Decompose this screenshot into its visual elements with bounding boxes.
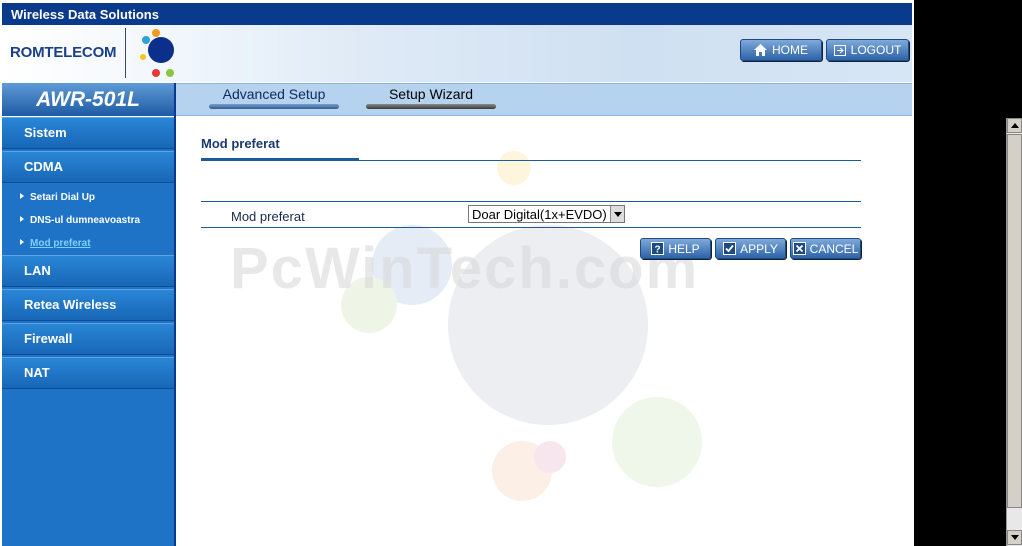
sidebar-item-label: LAN [24, 263, 51, 278]
decorative-circle [612, 397, 702, 487]
mod-preferat-label: Mod preferat [231, 209, 305, 224]
subitem-setari-dial-up[interactable]: Setari Dial Up [20, 192, 95, 203]
cdma-submenu: Setari Dial Up DNS-ul dumneavoastra Mod … [2, 183, 174, 255]
arrow-right-icon [20, 216, 24, 222]
tab-setup-wizard[interactable]: Setup Wizard [366, 85, 496, 109]
section-title: Mod preferat [201, 136, 280, 151]
router-admin-page: Wireless Data Solutions ROMTELECOM HOME … [0, 0, 914, 546]
check-icon [723, 242, 737, 255]
scroll-thumb[interactable] [1007, 134, 1022, 508]
select-value: Doar Digital(1x+EVDO) [472, 207, 607, 222]
vertical-scrollbar[interactable] [1006, 118, 1022, 546]
tab-underline [209, 104, 339, 109]
watermark: PcWinTech.com [230, 236, 700, 301]
sidebar-item-label: CDMA [24, 159, 63, 174]
svg-text:?: ? [655, 245, 661, 256]
title-bar: Wireless Data Solutions [2, 3, 912, 26]
divider [201, 201, 861, 202]
tab-advanced-setup[interactable]: Advanced Setup [209, 85, 339, 109]
home-label: HOME [772, 43, 808, 57]
arrow-right-icon [20, 239, 24, 245]
subitem-label: Mod preferat [30, 238, 91, 249]
help-icon: ? [651, 242, 665, 256]
subitem-label: Setari Dial Up [30, 192, 96, 203]
help-button[interactable]: ? HELP [640, 238, 711, 259]
divider [201, 227, 861, 228]
tab-underline [366, 104, 496, 109]
arrow-right-icon [20, 193, 24, 199]
close-icon [792, 242, 806, 255]
home-button[interactable]: HOME [740, 39, 822, 61]
logout-button[interactable]: LOGOUT [826, 39, 909, 61]
scroll-down-icon[interactable] [1007, 530, 1022, 545]
sidebar-item-retea-wireless[interactable]: Retea Wireless [2, 289, 174, 321]
brand-divider [125, 28, 126, 78]
sidebar-item-cdma[interactable]: CDMA [2, 151, 174, 183]
main-content: PcWinTech.com Mod preferat Mod preferat … [176, 117, 912, 546]
apply-button[interactable]: APPLY [715, 238, 786, 259]
window-title: Wireless Data Solutions [11, 7, 159, 22]
sidebar-item-label: NAT [24, 365, 50, 380]
title-underline [201, 158, 359, 161]
decorative-circle [497, 151, 531, 185]
sidebar-item-label: Firewall [24, 331, 73, 346]
tab-label: Setup Wizard [388, 86, 474, 102]
scroll-up-icon[interactable] [1007, 118, 1022, 133]
subitem-label: DNS-ul dumneavoastra [30, 215, 141, 226]
sidebar: Sistem CDMA Setari Dial Up DNS-ul dumnea… [2, 117, 174, 546]
help-label: HELP [668, 241, 700, 256]
romtelecom-logo-icon [140, 29, 174, 77]
tab-label: Advanced Setup [222, 86, 326, 102]
sidebar-item-lan[interactable]: LAN [2, 255, 174, 287]
sidebar-item-firewall[interactable]: Firewall [2, 323, 174, 355]
mod-preferat-select[interactable]: Doar Digital(1x+EVDO) [468, 205, 625, 223]
cancel-button[interactable]: CANCEL [790, 238, 861, 259]
brand-name: ROMTELECOM [10, 44, 117, 61]
decorative-circle [534, 441, 566, 473]
sidebar-item-sistem[interactable]: Sistem [2, 117, 174, 149]
logout-label: LOGOUT [850, 43, 902, 57]
cancel-label: CANCEL [809, 241, 859, 256]
subitem-dns[interactable]: DNS-ul dumneavoastra [20, 215, 140, 226]
chevron-down-icon[interactable] [610, 206, 624, 222]
sidebar-item-nat[interactable]: NAT [2, 357, 174, 389]
apply-label: APPLY [740, 241, 778, 256]
tab-bar: Advanced Setup Setup Wizard [176, 83, 912, 116]
device-model: AWR-501L [2, 83, 174, 116]
home-icon [754, 44, 767, 56]
logout-icon [833, 44, 846, 56]
subitem-mod-preferat[interactable]: Mod preferat [20, 238, 91, 249]
sidebar-item-label: Sistem [24, 125, 67, 140]
header-banner: ROMTELECOM HOME LOGOUT [2, 25, 912, 82]
sidebar-item-label: Retea Wireless [24, 297, 117, 312]
